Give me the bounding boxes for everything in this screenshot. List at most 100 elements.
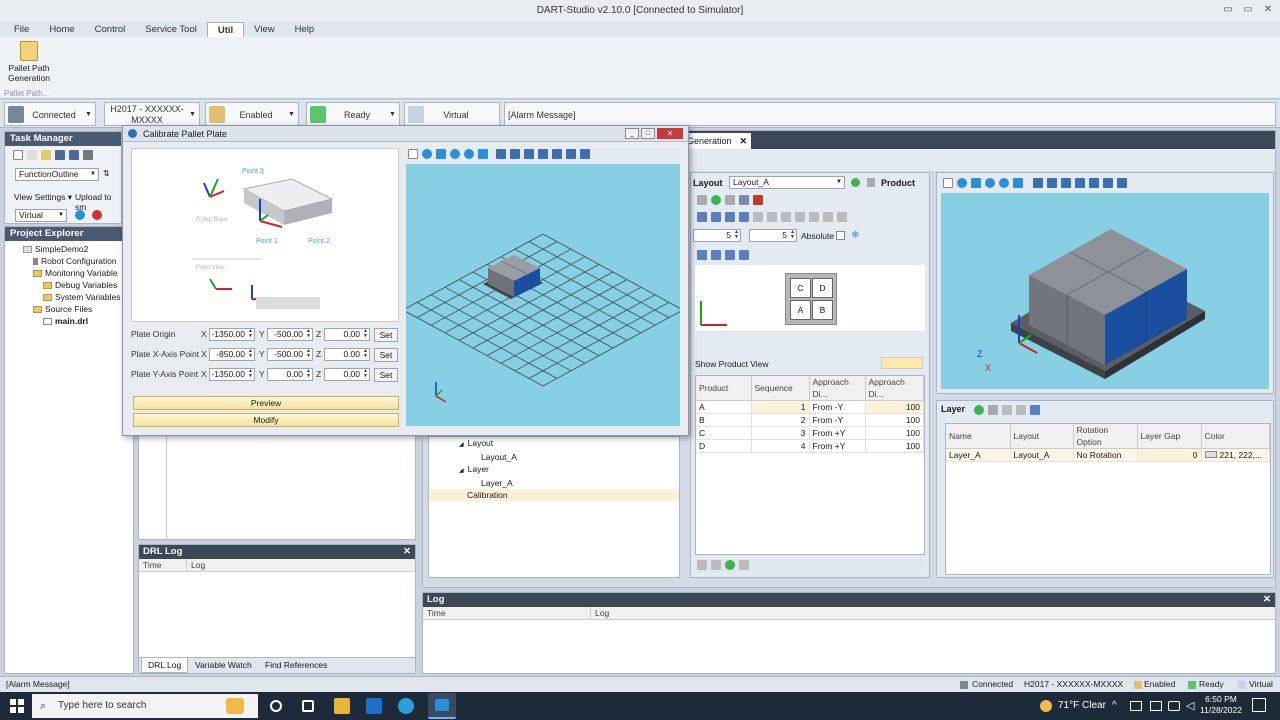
modify-button[interactable]: Modify — [133, 413, 399, 427]
tree-item-calibration[interactable]: Calibration — [429, 489, 679, 501]
pointer-icon[interactable] — [408, 148, 418, 159]
select-icon[interactable] — [697, 194, 707, 205]
volume-icon[interactable]: ◁ — [1186, 699, 1194, 712]
tab-variable-watch[interactable]: Variable Watch — [189, 658, 258, 672]
view-front-icon[interactable] — [496, 148, 506, 159]
spin-icon[interactable]: ▲ ▼ — [306, 369, 311, 379]
close-icon[interactable]: ✕ — [657, 128, 683, 139]
connection-status[interactable]: Connected ▼ — [4, 102, 96, 126]
dart-studio-taskbar-icon[interactable] — [428, 693, 456, 719]
plate-y-axis-x-input[interactable]: -1350.00 ▲ ▼ — [209, 368, 255, 381]
save-all-icon[interactable] — [69, 149, 79, 160]
view-back-icon[interactable] — [510, 148, 520, 159]
maximize-icon[interactable]: ▭ — [1242, 4, 1254, 16]
new-file-icon[interactable] — [13, 149, 23, 160]
rotate-icon[interactable] — [422, 148, 432, 159]
plate-origin-x-input[interactable]: -1350.00 ▲ ▼ — [209, 328, 255, 341]
view-icon[interactable] — [711, 249, 721, 260]
spin-icon[interactable]: ▲ ▼ — [248, 369, 253, 379]
tree-item-monitoring-variable[interactable]: Monitoring Variable — [5, 267, 133, 279]
robot-model-select[interactable]: H2017 - XXXXXX-MXXXX ▼ — [104, 102, 200, 126]
add-icon[interactable] — [725, 559, 735, 570]
close-icon[interactable]: ✕ — [740, 136, 748, 146]
notifications-icon[interactable] — [1252, 698, 1266, 712]
tree-item-debug-variables[interactable]: Debug Variables — [5, 279, 133, 291]
absolute-checkbox[interactable] — [836, 231, 845, 240]
align-icon[interactable] — [739, 211, 749, 222]
pan-icon[interactable] — [436, 148, 446, 159]
column-color[interactable]: Color — [1201, 424, 1270, 449]
tree-item-system-variables[interactable]: System Variables — [5, 291, 133, 303]
sort-icon[interactable]: ⇅ — [103, 169, 110, 178]
view-top-icon[interactable] — [552, 148, 562, 159]
view-reset-icon[interactable] — [580, 148, 590, 159]
windows-start-icon[interactable] — [10, 699, 24, 713]
spin-icon[interactable]: ▲ ▼ — [790, 230, 795, 240]
tree-item-layout-a[interactable]: Layout_A — [429, 451, 679, 463]
view-front-icon[interactable] — [1033, 177, 1043, 188]
tree-item-layer-a[interactable]: Layer_A — [429, 477, 679, 489]
view-iso-icon[interactable] — [1103, 177, 1113, 188]
view-left-icon[interactable] — [1061, 177, 1071, 188]
view-left-icon[interactable] — [524, 148, 534, 159]
layout-preview[interactable]: C D A B — [695, 265, 925, 331]
run-mode-select[interactable]: Virtual ▼ — [15, 209, 67, 222]
delete-icon[interactable] — [739, 559, 749, 570]
network-icon[interactable] — [1168, 701, 1180, 711]
play-icon[interactable] — [75, 210, 85, 220]
plate-origin-y-input[interactable]: -500.00 ▲ ▼ — [267, 328, 313, 341]
distribute-icon[interactable] — [823, 211, 833, 222]
plate-x-axis-x-input[interactable]: -850.00 ▲ ▼ — [209, 348, 255, 361]
view-iso-icon[interactable] — [566, 148, 576, 159]
zoom-out-icon[interactable] — [464, 148, 474, 159]
distribute-icon[interactable] — [795, 211, 805, 222]
column-approach-distance[interactable]: Approach Di... — [865, 376, 924, 401]
pallet-3d-viewport[interactable]: Z X — [941, 193, 1269, 389]
layout-cell-d[interactable]: D — [812, 278, 833, 298]
pan-icon[interactable] — [971, 177, 981, 188]
menu-util[interactable]: Util — [206, 22, 245, 37]
move-up-icon[interactable] — [697, 559, 707, 570]
taskbar-search-box[interactable]: ⌕ Type here to search — [32, 694, 258, 718]
table-row[interactable]: B 2 From -Y 100 — [696, 413, 924, 427]
rows-input[interactable]: 5 ▲ ▼ — [693, 229, 741, 242]
servo-status[interactable]: Enabled ▼ — [205, 102, 299, 126]
plate-x-axis-y-input[interactable]: -500.00 ▲ ▼ — [267, 348, 313, 361]
view-reset-icon[interactable] — [1117, 177, 1127, 188]
close-icon[interactable]: ✕ — [1263, 593, 1275, 607]
edge-icon[interactable] — [398, 698, 414, 714]
clear-icon[interactable] — [753, 194, 763, 205]
close-icon[interactable]: ✕ — [1262, 4, 1274, 16]
tab-drl-log[interactable]: DRL Log — [141, 658, 189, 673]
mode-status[interactable]: Virtual — [404, 102, 500, 126]
spin-icon[interactable]: ▲ ▼ — [363, 329, 368, 339]
column-product[interactable]: Product — [696, 376, 752, 401]
table-row[interactable]: A 1 From -Y 100 — [696, 400, 924, 414]
rotate-icon[interactable] — [957, 177, 967, 188]
distribute-icon[interactable] — [809, 211, 819, 222]
cloud-icon[interactable] — [1130, 701, 1142, 711]
menu-view[interactable]: View — [244, 22, 284, 37]
move-down-icon[interactable] — [1015, 404, 1026, 415]
tree-item-source-files[interactable]: Source Files — [5, 303, 133, 315]
menu-service-tool[interactable]: Service Tool — [135, 22, 207, 37]
plate-origin-z-input[interactable]: 0.00 ▲ ▼ — [324, 328, 370, 341]
new-folder-icon[interactable] — [27, 149, 37, 160]
align-icon[interactable] — [697, 211, 707, 222]
view-settings-button[interactable]: View Settings ▾ — [14, 192, 72, 203]
clock[interactable]: 6:50 PM 11/28/2022 — [1200, 694, 1242, 716]
save-icon[interactable] — [55, 149, 65, 160]
snowflake-icon[interactable]: ❄ — [851, 230, 859, 241]
function-outline-select[interactable]: FunctionOutline ▼ — [15, 168, 99, 181]
file-explorer-icon[interactable] — [334, 698, 350, 714]
view-icon[interactable] — [739, 249, 749, 260]
column-approach-direction[interactable]: Approach Di... — [809, 376, 866, 401]
preview-button[interactable]: Preview — [133, 396, 399, 410]
upload-button[interactable]: Upload to sm — [75, 192, 121, 212]
table-row[interactable]: D 4 From +Y 100 — [696, 439, 924, 453]
tree-item-layer[interactable]: ◢ Layer — [429, 463, 679, 477]
robot-state[interactable]: Ready ▼ — [306, 102, 400, 126]
layout-cell-a[interactable]: A — [790, 300, 811, 320]
pointer-icon[interactable] — [943, 177, 953, 188]
minimize-icon[interactable]: _ — [625, 128, 639, 139]
